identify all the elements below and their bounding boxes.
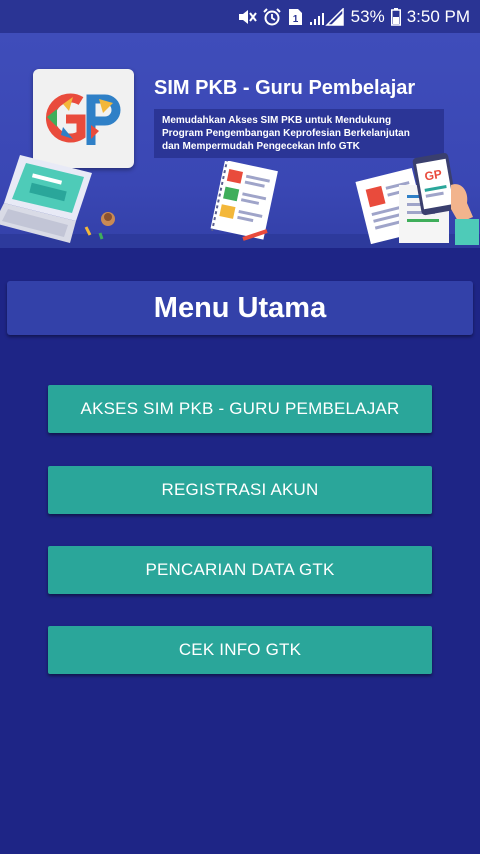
banner-description-line: Memudahkan Akses SIM PKB untuk Mendukung — [162, 115, 392, 126]
laptop-illustration — [0, 155, 115, 243]
pencarian-data-gtk-button[interactable]: PENCARIAN DATA GTK — [48, 546, 432, 594]
sim-icon: 1 — [287, 0, 303, 33]
header-banner: GP SIM PKB - Guru Pembelajar Memudahkan … — [0, 33, 480, 248]
banner-title: SIM PKB - Guru Pembelajar — [154, 77, 416, 99]
cek-info-gtk-button[interactable]: CEK INFO GTK — [48, 626, 432, 674]
signal-icon — [309, 0, 345, 33]
battery-icon — [390, 0, 401, 33]
mute-icon — [237, 0, 257, 33]
battery-percent: 53% — [350, 6, 385, 26]
menu-title: Menu Utama — [153, 291, 327, 324]
notebook-illustration — [210, 161, 278, 241]
registrasi-akun-button[interactable]: REGISTRASI AKUN — [48, 466, 432, 514]
documents-phone-illustration: GP — [355, 152, 479, 245]
alarm-icon — [262, 0, 281, 33]
akses-sim-pkb-button[interactable]: AKSES SIM PKB - GURU PEMBELAJAR — [48, 385, 432, 433]
svg-text:1: 1 — [292, 14, 298, 25]
clock: 3:50 PM — [406, 6, 470, 26]
svg-text:GP: GP — [424, 167, 444, 184]
banner-description-line: Program Pengembangan Keprofesian Berkela… — [162, 128, 410, 139]
menu-title-panel: Menu Utama — [7, 281, 473, 335]
status-bar: 1 53% 3:50 PM — [0, 0, 480, 33]
